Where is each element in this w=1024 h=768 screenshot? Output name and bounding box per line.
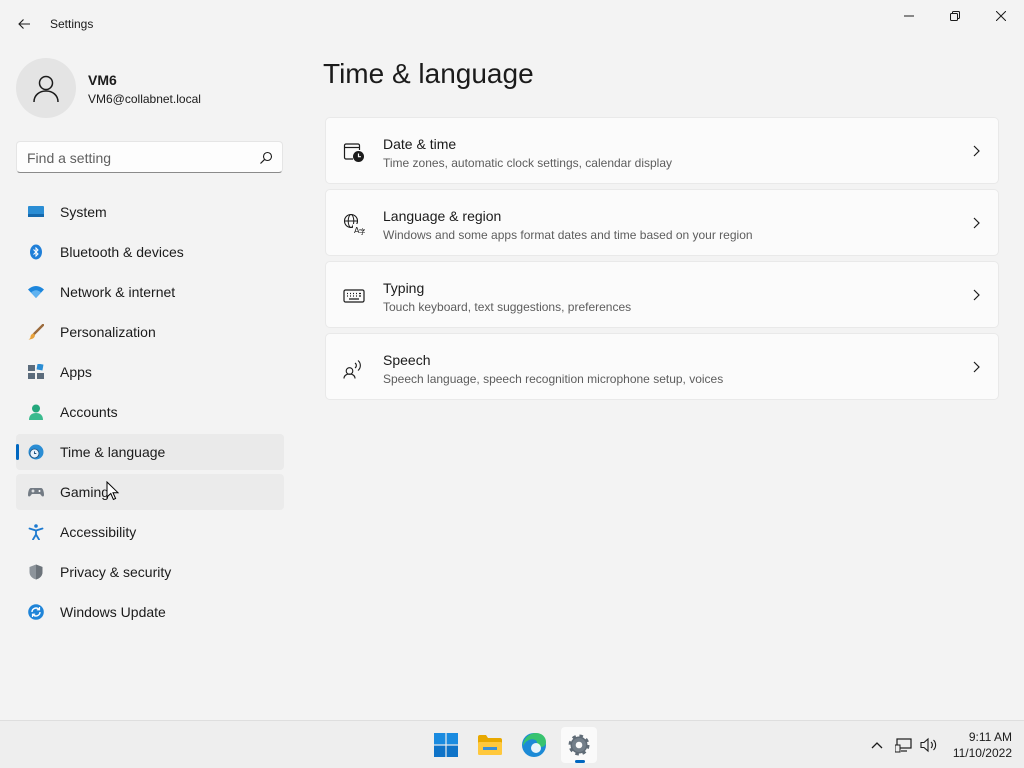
taskbar-clock[interactable]: 9:11 AM 11/10/2022 xyxy=(942,729,1012,761)
back-button[interactable] xyxy=(8,8,40,40)
card-description: Windows and some apps format dates and t… xyxy=(383,228,753,242)
close-button[interactable] xyxy=(978,0,1024,32)
speech-icon xyxy=(343,360,361,379)
page-title: Time & language xyxy=(323,58,534,89)
app-title: Settings xyxy=(50,17,94,31)
selected-indicator xyxy=(16,444,19,460)
search-input[interactable] xyxy=(27,149,247,167)
card-language-region[interactable]: A字 Language & region Windows and some ap… xyxy=(325,189,999,256)
card-description: Time zones, automatic clock settings, ca… xyxy=(383,156,673,170)
card-title: Speech xyxy=(383,352,431,368)
taskbar: 9:11 AM 11/10/2022 xyxy=(0,720,1024,768)
svg-text:字: 字 xyxy=(359,227,365,235)
taskbar-file-explorer[interactable] xyxy=(472,727,508,763)
globe-clock-icon xyxy=(28,444,44,460)
mouse-cursor-icon xyxy=(106,481,120,501)
user-email: VM6@collabnet.local xyxy=(88,92,201,106)
apps-icon xyxy=(28,364,44,379)
card-speech[interactable]: Speech Speech language, speech recogniti… xyxy=(325,333,999,400)
minimize-button[interactable] xyxy=(886,0,932,32)
speaker-icon xyxy=(920,737,937,753)
search-box[interactable] xyxy=(16,141,283,173)
sidebar-item-gaming[interactable]: Gaming xyxy=(16,474,284,510)
chevron-up-icon xyxy=(871,742,883,749)
settings-cards: Date & time Time zones, automatic clock … xyxy=(325,117,999,405)
wifi-icon xyxy=(28,286,44,298)
sidebar-item-personalization[interactable]: Personalization xyxy=(16,314,284,350)
windows-logo-icon xyxy=(434,733,458,757)
card-title: Date & time xyxy=(383,136,457,152)
keyboard-icon xyxy=(343,289,365,303)
shield-icon xyxy=(29,564,43,580)
taskbar-edge[interactable] xyxy=(516,727,552,763)
language-icon: A字 xyxy=(343,213,365,235)
card-title: Language & region xyxy=(383,208,502,224)
taskbar-settings[interactable] xyxy=(561,727,597,763)
show-hidden-icons-button[interactable] xyxy=(866,735,888,755)
sidebar-item-bluetooth[interactable]: Bluetooth & devices xyxy=(16,234,284,270)
gear-icon xyxy=(568,734,590,756)
start-button[interactable] xyxy=(428,727,464,763)
accessibility-icon xyxy=(28,524,44,540)
edge-browser-icon xyxy=(522,733,546,757)
chevron-right-icon xyxy=(973,361,980,373)
person-icon xyxy=(29,404,43,420)
sidebar-nav: System Bluetooth & devices Network & int… xyxy=(16,194,284,634)
sidebar-item-apps[interactable]: Apps xyxy=(16,354,284,390)
calendar-clock-icon xyxy=(343,143,364,162)
title-bar: Settings xyxy=(0,0,1024,48)
chevron-right-icon xyxy=(973,145,980,157)
sidebar-item-network[interactable]: Network & internet xyxy=(16,274,284,310)
brush-icon xyxy=(28,324,44,340)
card-description: Touch keyboard, text suggestions, prefer… xyxy=(383,300,632,314)
card-title: Typing xyxy=(383,280,425,296)
user-name: VM6 xyxy=(88,72,117,88)
sidebar-item-accounts[interactable]: Accounts xyxy=(16,394,284,430)
back-arrow-icon xyxy=(18,19,30,29)
sidebar-item-windows-update[interactable]: Windows Update xyxy=(16,594,284,630)
card-description: Speech language, speech recognition micr… xyxy=(383,372,724,386)
restore-button[interactable] xyxy=(932,0,978,32)
sidebar-item-time-language[interactable]: Time & language xyxy=(16,434,284,470)
bluetooth-icon xyxy=(30,244,42,260)
avatar[interactable] xyxy=(16,58,76,118)
clock-time: 9:11 AM xyxy=(968,730,1012,744)
sidebar-item-accessibility[interactable]: Accessibility xyxy=(16,514,284,550)
sidebar-item-privacy[interactable]: Privacy & security xyxy=(16,554,284,590)
person-icon xyxy=(33,75,59,103)
minimize-icon xyxy=(904,15,914,17)
volume-button[interactable] xyxy=(918,735,940,755)
card-typing[interactable]: Typing Touch keyboard, text suggestions,… xyxy=(325,261,999,328)
restore-icon xyxy=(950,11,960,21)
active-app-indicator xyxy=(575,760,585,763)
sidebar-item-system[interactable]: System xyxy=(16,194,284,230)
card-date-time[interactable]: Date & time Time zones, automatic clock … xyxy=(325,117,999,184)
chevron-right-icon xyxy=(973,217,980,229)
system-icon xyxy=(28,206,44,217)
chevron-right-icon xyxy=(973,289,980,301)
clock-date: 11/10/2022 xyxy=(952,746,1012,760)
network-status-button[interactable] xyxy=(893,735,915,755)
gamepad-icon xyxy=(28,488,44,497)
search-icon[interactable] xyxy=(258,150,274,166)
folder-icon xyxy=(478,735,502,755)
close-icon xyxy=(996,11,1006,21)
update-icon xyxy=(28,604,44,620)
network-monitor-icon xyxy=(895,738,912,753)
